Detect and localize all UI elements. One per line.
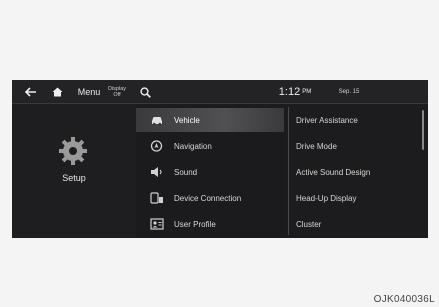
category-label: Device Connection xyxy=(174,193,242,203)
search-button[interactable] xyxy=(136,80,154,104)
search-icon xyxy=(139,86,151,98)
submenu-drive-mode[interactable]: Drive Mode xyxy=(296,134,416,158)
display-off-button[interactable]: Display Off xyxy=(104,80,130,104)
category-label: Sound xyxy=(174,167,198,177)
home-icon xyxy=(52,87,62,97)
setup-label: Setup xyxy=(62,173,86,183)
device-connection-icon xyxy=(150,192,163,204)
submenu-active-sound-design[interactable]: Active Sound Design xyxy=(296,160,416,184)
home-button[interactable] xyxy=(48,80,66,104)
image-code: OJK040036L xyxy=(373,294,435,305)
clock-time: 1:12 xyxy=(278,86,301,98)
category-navigation[interactable]: Navigation xyxy=(136,134,284,158)
gear-icon xyxy=(59,137,87,165)
vehicle-submenu: Driver Assistance Drive Mode Active Soun… xyxy=(290,105,428,238)
clock-ampm: PM xyxy=(302,89,312,95)
menu-button[interactable]: Menu xyxy=(74,80,104,104)
submenu-cluster[interactable]: Cluster xyxy=(296,212,416,236)
submenu-head-up-display[interactable]: Head-Up Display xyxy=(296,186,416,210)
user-profile-icon xyxy=(150,218,164,230)
back-button[interactable] xyxy=(22,80,40,104)
category-label: Vehicle xyxy=(174,115,200,125)
speaker-icon xyxy=(151,167,162,177)
category-list: Vehicle Navigation Sound Device Connecti… xyxy=(136,105,284,238)
panel-divider xyxy=(288,107,289,235)
date-display: Sep. 15 xyxy=(338,89,360,95)
display-off-label-line2: Off xyxy=(113,92,121,98)
top-bar: Menu Display Off 1:12 PM Sep. 15 xyxy=(12,80,428,104)
infotainment-screen: Menu Display Off 1:12 PM Sep. 15 Setup V… xyxy=(12,80,428,238)
clock: 1:12 PM xyxy=(272,80,318,104)
scrollbar[interactable] xyxy=(422,110,424,150)
category-device-connection[interactable]: Device Connection xyxy=(136,186,284,210)
category-user-profile[interactable]: User Profile xyxy=(136,212,284,236)
category-label: User Profile xyxy=(174,219,216,229)
setup-panel: Setup xyxy=(12,105,136,238)
category-vehicle[interactable]: Vehicle xyxy=(136,108,284,132)
category-label: Navigation xyxy=(174,141,212,151)
category-sound[interactable]: Sound xyxy=(136,160,284,184)
back-arrow-icon xyxy=(25,87,36,97)
car-icon xyxy=(152,117,162,126)
submenu-driver-assistance[interactable]: Driver Assistance xyxy=(296,108,416,132)
navigation-icon xyxy=(150,140,163,152)
